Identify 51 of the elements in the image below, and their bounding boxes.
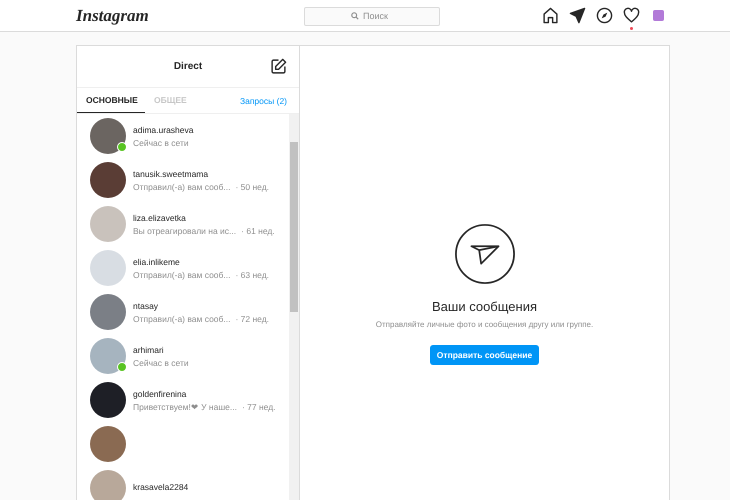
- conversation-item[interactable]: krasavela2284: [77, 466, 289, 500]
- username: liza.elizavetka: [133, 212, 187, 222]
- avatar-photo: [90, 206, 126, 242]
- compass-icon[interactable]: [596, 7, 613, 24]
- panel-title: Direct: [174, 61, 202, 72]
- username: ntasay: [133, 300, 160, 310]
- message-preview: Отправил(-а) вам сооб...: [133, 182, 230, 192]
- avatar-photo: [90, 162, 126, 198]
- compose-icon[interactable]: [270, 58, 287, 75]
- empty-state-title: Ваши сообщения: [432, 299, 537, 314]
- avatar-photo: [90, 382, 126, 418]
- scrollbar[interactable]: [289, 114, 299, 500]
- search-icon: [351, 12, 359, 20]
- conversation-item[interactable]: liza.elizavetka Вы отреагировали на ис... · 61 нед.: [77, 202, 289, 246]
- conversation-item[interactable]: goldenfirenina Приветствуем!❤ У наше... · 77 нед.: [77, 378, 289, 422]
- message-preview: Вы отреагировали на ис...: [133, 226, 236, 236]
- message-time: · 77 нед.: [242, 402, 276, 412]
- conversation-item[interactable]: adima.urasheva Сейчас в сети: [77, 114, 289, 158]
- search-field[interactable]: Поиск: [304, 6, 440, 26]
- message-preview: Сейчас в сети: [133, 358, 189, 368]
- tab[interactable]: ОСНОВНЫЕ: [77, 88, 145, 113]
- message-time: · 72 нед.: [235, 314, 270, 324]
- paper-plane-icon[interactable]: [569, 7, 586, 24]
- conversation-item[interactable]: ntasay Отправил(-а) вам сооб... · 72 нед.: [77, 290, 289, 334]
- avatar-photo: [90, 338, 126, 374]
- empty-state-text: Отправляйте личные фото и сообщения другу или группе.: [376, 320, 594, 329]
- message-time: · 63 нед.: [235, 270, 270, 280]
- avatar-photo: [90, 118, 126, 154]
- message-time: · 50 нед.: [235, 182, 270, 192]
- username: goldenfirenina: [133, 388, 188, 398]
- heart-icon[interactable]: [623, 7, 640, 24]
- conversation-item[interactable]: tanusik.sweetmama Отправил(-а) вам сооб... · 50 нед.: [77, 158, 289, 202]
- paper-plane-icon: [454, 223, 516, 285]
- username: elia.inlikeme: [133, 256, 181, 266]
- home-icon[interactable]: [542, 7, 559, 24]
- username: krasavela2284: [133, 482, 188, 492]
- username: tanusik.sweetmama: [133, 168, 210, 178]
- message-preview: Приветствуем!❤ У наше...: [133, 402, 237, 412]
- message-preview: Сейчас в сети: [133, 138, 189, 148]
- avatar-photo: [90, 426, 126, 462]
- avatar-photo: [90, 294, 126, 330]
- message-preview: Отправил(-а) вам сооб...: [133, 314, 230, 324]
- avatar-photo: [90, 250, 126, 286]
- username: arhimari: [133, 344, 165, 354]
- message-time: · 61 нед.: [241, 226, 275, 236]
- logo[interactable]: Instagram: [76, 6, 304, 26]
- conversation-item[interactable]: elia.inlikeme Отправил(-а) вам сооб... · 63 нед.: [77, 246, 289, 290]
- username: adima.urasheva: [133, 124, 194, 134]
- avatar-photo: [90, 470, 126, 500]
- message-preview: Отправил(-а) вам сооб...: [133, 270, 230, 280]
- conversation-item[interactable]: arhimari Сейчас в сети: [77, 334, 289, 378]
